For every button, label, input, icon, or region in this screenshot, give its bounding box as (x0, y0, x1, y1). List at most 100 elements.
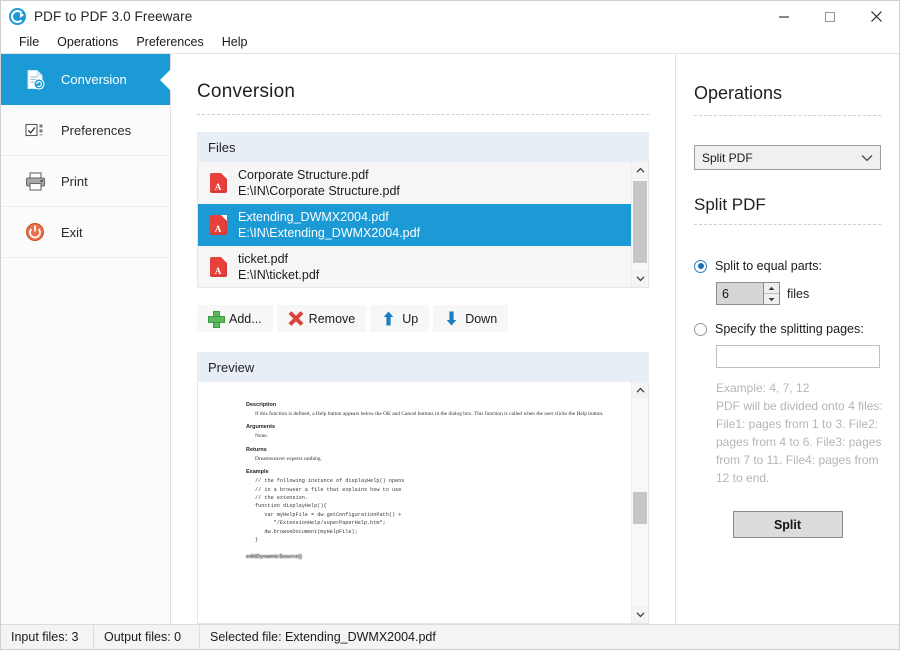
doc-heading-arguments: Arguments (246, 424, 615, 430)
document-convert-icon (23, 68, 47, 92)
preview-document[interactable]: Description If this function is defined,… (198, 382, 631, 623)
move-up-button[interactable]: Up (370, 305, 429, 332)
arrow-up-icon (381, 311, 396, 326)
operation-select[interactable]: Split PDF (694, 145, 881, 170)
sidebar-item-conversion[interactable]: Conversion (1, 54, 170, 105)
status-input-files: Input files: 3 (1, 625, 93, 650)
title-divider (197, 114, 649, 115)
radio-button-selected[interactable] (694, 260, 707, 273)
printer-icon (23, 169, 47, 193)
main-body: Conversion Preferences (1, 54, 899, 624)
quantity-stepper[interactable]: 6 (716, 282, 780, 305)
arrow-down-icon (444, 311, 459, 326)
scroll-up-icon[interactable] (632, 382, 648, 399)
files-list-scrollbar[interactable] (631, 162, 648, 287)
quantity-value[interactable]: 6 (717, 287, 763, 301)
scroll-thumb[interactable] (633, 492, 647, 524)
status-selected-file: Selected file: Extending_DWMX2004.pdf (200, 625, 446, 650)
file-path: E:\IN\Corporate Structure.pdf (238, 183, 400, 200)
add-button[interactable]: Add... (197, 305, 273, 332)
table-row[interactable]: ticket.pdf E:\IN\ticket.pdf (198, 246, 631, 287)
table-row[interactable]: Corporate Structure.pdf E:\IN\Corporate … (198, 162, 631, 204)
parts-count-row: 6 files (716, 282, 881, 305)
doc-text-description: If this function is defined, a Help butt… (255, 410, 615, 418)
radio-split-equal-label: Split to equal parts: (715, 259, 822, 273)
sidebar-item-print[interactable]: Print (1, 156, 170, 207)
file-path: E:\IN\Extending_DWMX2004.pdf (238, 225, 420, 242)
doc-heading-description: Description (246, 402, 615, 408)
radio-button-unselected[interactable] (694, 323, 707, 336)
pdf-file-icon (210, 173, 227, 193)
spin-down-icon[interactable] (764, 294, 779, 304)
scroll-up-icon[interactable] (632, 162, 648, 179)
radio-split-pages[interactable]: Specify the splitting pages: (694, 322, 881, 336)
scroll-track[interactable] (632, 399, 648, 606)
checkbox-list-icon (23, 118, 47, 142)
title-bar: PDF to PDF 3.0 Freeware (1, 1, 899, 32)
chevron-down-icon (861, 154, 873, 162)
preview-scrollbar[interactable] (631, 382, 648, 623)
split-divider (694, 224, 881, 225)
table-row[interactable]: Extending_DWMX2004.pdf E:\IN\Extending_D… (198, 204, 631, 246)
sidebar-item-label: Preferences (61, 123, 131, 138)
sidebar-item-exit[interactable]: Exit (1, 207, 170, 258)
doc-heading-example: Example (246, 469, 615, 475)
menu-item-file[interactable]: File (10, 33, 48, 52)
radio-split-equal[interactable]: Split to equal parts: (694, 259, 881, 273)
window-title: PDF to PDF 3.0 Freeware (34, 9, 192, 24)
conversion-panel: Conversion Files Corporate Structure.pdf… (171, 54, 676, 624)
scroll-thumb[interactable] (633, 181, 647, 263)
hint-text: Example: 4, 7, 12 PDF will be divided on… (716, 379, 884, 487)
radio-split-pages-label: Specify the splitting pages: (715, 322, 864, 336)
sidebar-item-label: Exit (61, 225, 83, 240)
sidebar: Conversion Preferences (1, 54, 171, 624)
move-down-button[interactable]: Down (433, 305, 508, 332)
pdf-file-icon (210, 257, 227, 277)
status-bar: Input files: 3 Output files: 0 Selected … (1, 624, 899, 649)
menu-item-operations[interactable]: Operations (48, 33, 127, 52)
hint-line-1: Example: 4, 7, 12 (716, 379, 884, 397)
operations-title: Operations (694, 54, 881, 115)
menu-item-preferences[interactable]: Preferences (127, 33, 212, 52)
scroll-down-icon[interactable] (632, 606, 648, 623)
split-section-title: Split PDF (694, 170, 881, 224)
quantity-unit-label: files (787, 287, 809, 301)
cross-icon (288, 311, 303, 326)
splitting-pages-input[interactable] (716, 345, 880, 368)
add-button-label: Add... (229, 312, 262, 326)
operation-select-value: Split PDF (702, 151, 753, 165)
file-name: ticket.pdf (238, 251, 319, 268)
maximize-icon[interactable] (807, 1, 853, 32)
scroll-down-icon[interactable] (632, 270, 648, 287)
doc-text-returns: Dreamweaver expects nothing. (255, 455, 615, 463)
move-down-button-label: Down (465, 312, 497, 326)
application-window: PDF to PDF 3.0 Freeware File Operations … (0, 0, 900, 650)
pdf-file-icon (210, 215, 227, 235)
files-section-header: Files (197, 132, 649, 162)
split-button[interactable]: Split (733, 511, 843, 538)
window-controls (761, 1, 899, 32)
file-name: Corporate Structure.pdf (238, 167, 400, 184)
spin-up-icon[interactable] (764, 283, 779, 294)
file-name: Extending_DWMX2004.pdf (238, 209, 420, 226)
page-title: Conversion (197, 54, 649, 114)
doc-heading-returns: Returns (246, 447, 615, 453)
menu-item-help[interactable]: Help (213, 33, 257, 52)
minimize-icon[interactable] (761, 1, 807, 32)
files-list[interactable]: Corporate Structure.pdf E:\IN\Corporate … (198, 162, 631, 287)
refresh-circle-icon (9, 8, 26, 25)
operations-divider (694, 115, 881, 116)
operations-panel: Operations Split PDF Split PDF Split to … (676, 54, 899, 624)
scroll-track[interactable] (632, 179, 648, 270)
active-indicator-arrow (160, 69, 171, 91)
preview-container: Description If this function is defined,… (197, 382, 649, 624)
split-button-row: Split (694, 511, 881, 538)
files-list-container: Corporate Structure.pdf E:\IN\Corporate … (197, 162, 649, 288)
sidebar-item-preferences[interactable]: Preferences (1, 105, 170, 156)
status-output-files: Output files: 0 (94, 625, 199, 650)
sidebar-filler (1, 258, 170, 624)
remove-button[interactable]: Remove (277, 305, 367, 332)
file-path: E:\IN\ticket.pdf (238, 267, 319, 284)
power-icon (23, 220, 47, 244)
close-icon[interactable] (853, 1, 899, 32)
